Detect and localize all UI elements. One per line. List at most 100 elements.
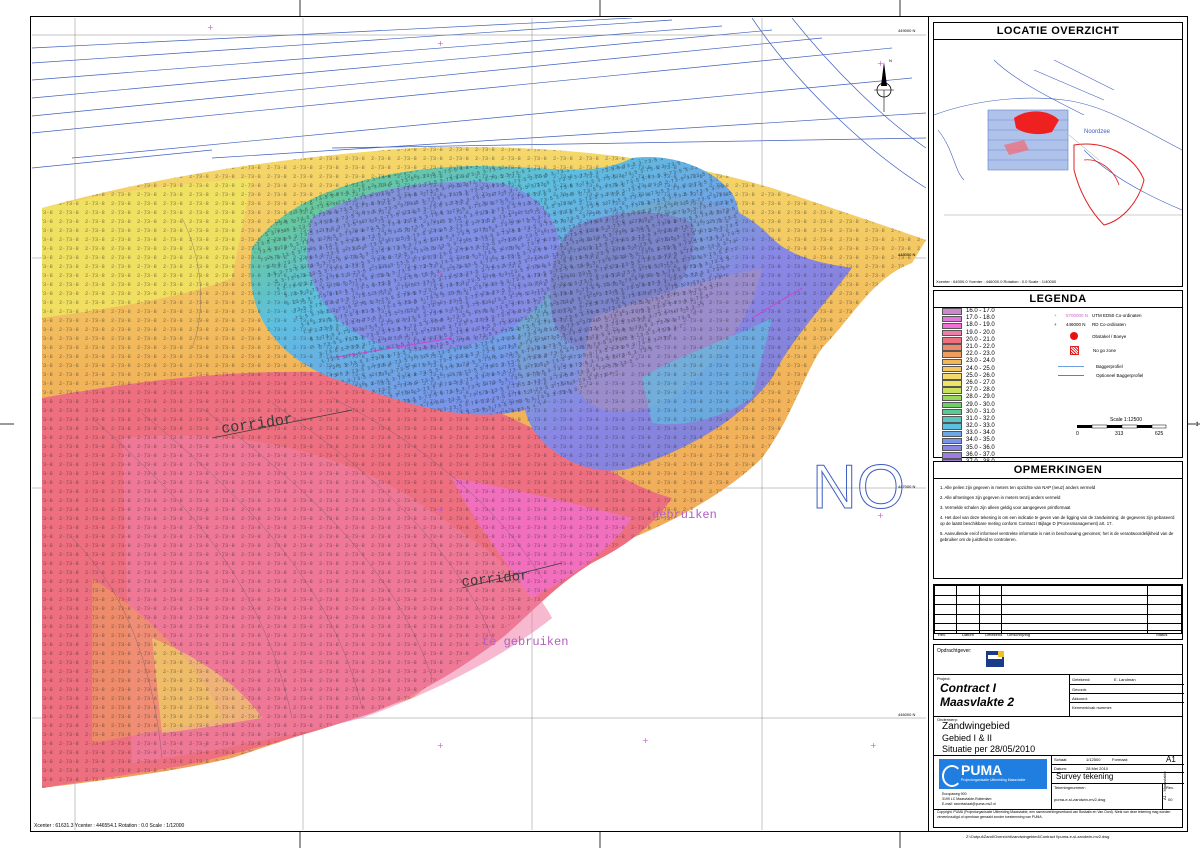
legend-depth-label: 24.0 - 25.0 bbox=[966, 365, 995, 372]
svg-text:+: + bbox=[877, 511, 884, 520]
legend-swatch bbox=[942, 315, 962, 323]
legend-depth-label: 34.0 - 35.0 bbox=[966, 437, 995, 444]
legend-symbol-label-nogo: No go zone bbox=[1093, 347, 1117, 353]
copyright-text: Copyright: PUMA (Projectorganisatie Uitb… bbox=[937, 810, 1171, 819]
legend-symbol-label-optional: Optioneel Baggerprofiel bbox=[1096, 372, 1144, 378]
kenmerk-label: Kenmerk/vak nummer: bbox=[1072, 705, 1113, 710]
revision-cell bbox=[956, 613, 980, 624]
legend-swatch bbox=[942, 401, 962, 409]
puma-logo-text: PUMA bbox=[961, 762, 1003, 778]
revision-panel: Rev. Datum Getekend Omschrijving Status bbox=[933, 584, 1183, 640]
svg-text:+: + bbox=[202, 507, 209, 516]
location-map[interactable]: Noordzee bbox=[933, 40, 1183, 280]
legend-depth-label: 25.0 - 26.0 bbox=[966, 372, 995, 379]
legend-depth-row: 25.0 - 26.0 bbox=[942, 373, 995, 380]
remark-4: 4. Het doel van deze tekening is om een … bbox=[940, 515, 1175, 526]
legend-depth-label: 27.0 - 28.0 bbox=[966, 387, 995, 394]
revision-cell bbox=[933, 585, 958, 596]
formaat-label: Formaat: bbox=[1112, 757, 1129, 762]
svg-text:+: + bbox=[437, 741, 444, 750]
legend-symbol-label-obstacle: Obstakel / Boeye bbox=[1092, 333, 1127, 339]
svg-text:+: + bbox=[437, 506, 444, 515]
svg-text:+: + bbox=[437, 39, 444, 48]
svg-text:+: + bbox=[877, 59, 884, 68]
legend-swatch bbox=[942, 322, 962, 330]
drawing-type: Survey tekening bbox=[1056, 772, 1114, 781]
revision-row bbox=[933, 594, 1182, 605]
revision-cell bbox=[956, 604, 980, 615]
sheet-vertical-label: A1 - Maasvlakte bbox=[1162, 771, 1167, 800]
tekeningnummer-value: puma-e-sl-zandwin-mv2-dwg bbox=[1054, 797, 1106, 802]
rev-col-omschrijving: Omschrijving bbox=[1007, 632, 1031, 637]
optional-profile-line-icon bbox=[1058, 374, 1084, 376]
project-name-line1: Contract I bbox=[940, 681, 997, 695]
legend-swatch bbox=[942, 329, 962, 337]
legend-depth-row: 20.0 - 21.0 bbox=[942, 337, 995, 344]
legend-depth-row: 32.0 - 33.0 bbox=[942, 423, 995, 430]
gebruiken-label-1: gebruiken bbox=[652, 508, 717, 522]
svg-text:+: + bbox=[870, 741, 877, 750]
legend-swatch bbox=[942, 387, 962, 394]
legend-swatch bbox=[942, 444, 962, 452]
project-name-line2: Maasvlakte 2 bbox=[940, 695, 1015, 709]
remarks-title: OPMERKINGEN bbox=[934, 462, 1182, 479]
legend-depth-row: 16.0 - 17.0 bbox=[942, 308, 995, 315]
legend-swatch bbox=[942, 358, 962, 366]
file-path: Z:\Output\Zand\Overzicht\zandwingebied\C… bbox=[966, 834, 1110, 839]
location-sea-label: Noordzee bbox=[1084, 129, 1111, 135]
puma-logo: PUMA Projectorganisatie Uitbreiding Maas… bbox=[939, 759, 1047, 789]
legend-depth-label: 16.0 - 17.0 bbox=[966, 308, 995, 315]
datum-label: Datum: bbox=[1054, 766, 1067, 771]
no-go-label: NO bbox=[812, 453, 905, 522]
sheet-divider bbox=[928, 16, 929, 832]
revision-cell bbox=[978, 585, 1002, 596]
revision-cell bbox=[956, 594, 980, 605]
scale-tick-0: 0 bbox=[1076, 431, 1079, 437]
tekeningnummer-label: Tekeningnummer: bbox=[1054, 785, 1086, 790]
no-go-zone-icon bbox=[1070, 345, 1079, 355]
rev-label: Rev. bbox=[1166, 785, 1174, 790]
legend-depth-label: 20.0 - 21.0 bbox=[966, 336, 995, 343]
legend-swatch bbox=[942, 337, 962, 344]
legend-depth-row: 18.0 - 19.0 bbox=[942, 322, 995, 330]
survey-map[interactable]: 2·7̣3·8 3·5 3·7 bbox=[32, 18, 926, 830]
gecontroleerd-label: Gecontr. bbox=[1072, 687, 1088, 692]
svg-text:↕: ↕ bbox=[1195, 419, 1199, 428]
legend-swatch bbox=[942, 423, 962, 430]
rev-col-status: Status bbox=[1156, 632, 1168, 637]
revision-cell bbox=[956, 585, 980, 596]
client-logo bbox=[986, 651, 1004, 667]
legend-swatch bbox=[942, 452, 962, 459]
subject-line1: Zandwingebied bbox=[942, 721, 1010, 732]
legend-depth-row: 19.0 - 20.0 bbox=[942, 330, 995, 337]
svg-text:+: + bbox=[642, 736, 649, 745]
legend-symbol-tag-utm: 5700000 N bbox=[1066, 313, 1089, 318]
revision-header: Rev. Datum Getekend Omschrijving Status bbox=[934, 630, 1182, 639]
legend-swatch bbox=[942, 351, 962, 358]
legend-depth-row: 26.0 - 27.0 bbox=[942, 380, 995, 387]
revision-row bbox=[933, 585, 1182, 596]
gebruiken-label-2: te gebruiken bbox=[482, 635, 568, 649]
rev-value: 00 bbox=[1168, 797, 1173, 802]
title-block: Opdrachtgever: Project: Contract I Maasv… bbox=[933, 644, 1184, 828]
revision-cell bbox=[978, 613, 1002, 624]
revision-cell bbox=[1147, 585, 1182, 596]
schaal-label: Schaal: bbox=[1054, 757, 1068, 762]
legend-depth-row: 31.0 - 32.0 bbox=[942, 416, 995, 423]
legend-symbol-label-profile: Baggerprofiel bbox=[1096, 363, 1123, 369]
svg-text:N: N bbox=[889, 58, 892, 63]
svg-text:+: + bbox=[202, 741, 209, 750]
legend-depth-label: 17.0 - 18.0 bbox=[966, 315, 995, 322]
legend-panel: LEGENDA 16.0 - 17.0 17.0 - 18.0 18.0 - 19.… bbox=[933, 290, 1183, 495]
legend-swatch bbox=[942, 365, 962, 373]
legend-swatch bbox=[942, 437, 962, 445]
puma-logo-subtitle: Projectorganisatie Uitbreiding Maasvlakt… bbox=[961, 778, 1026, 782]
location-overview-title: LOCATIE OVERZICHT bbox=[934, 23, 1182, 40]
legend-depth-row: 22.0 - 23.0 bbox=[942, 351, 995, 358]
getekend-label: Getekend: bbox=[1072, 677, 1091, 682]
legend-depth-label: 30.0 - 31.0 bbox=[966, 408, 995, 415]
revision-cell bbox=[1147, 613, 1182, 624]
scale-tick-1: 313 bbox=[1115, 431, 1124, 437]
legend-depth-label: 21.0 - 22.0 bbox=[966, 344, 995, 351]
legend-depth-row: 28.0 - 29.0 bbox=[942, 394, 995, 402]
